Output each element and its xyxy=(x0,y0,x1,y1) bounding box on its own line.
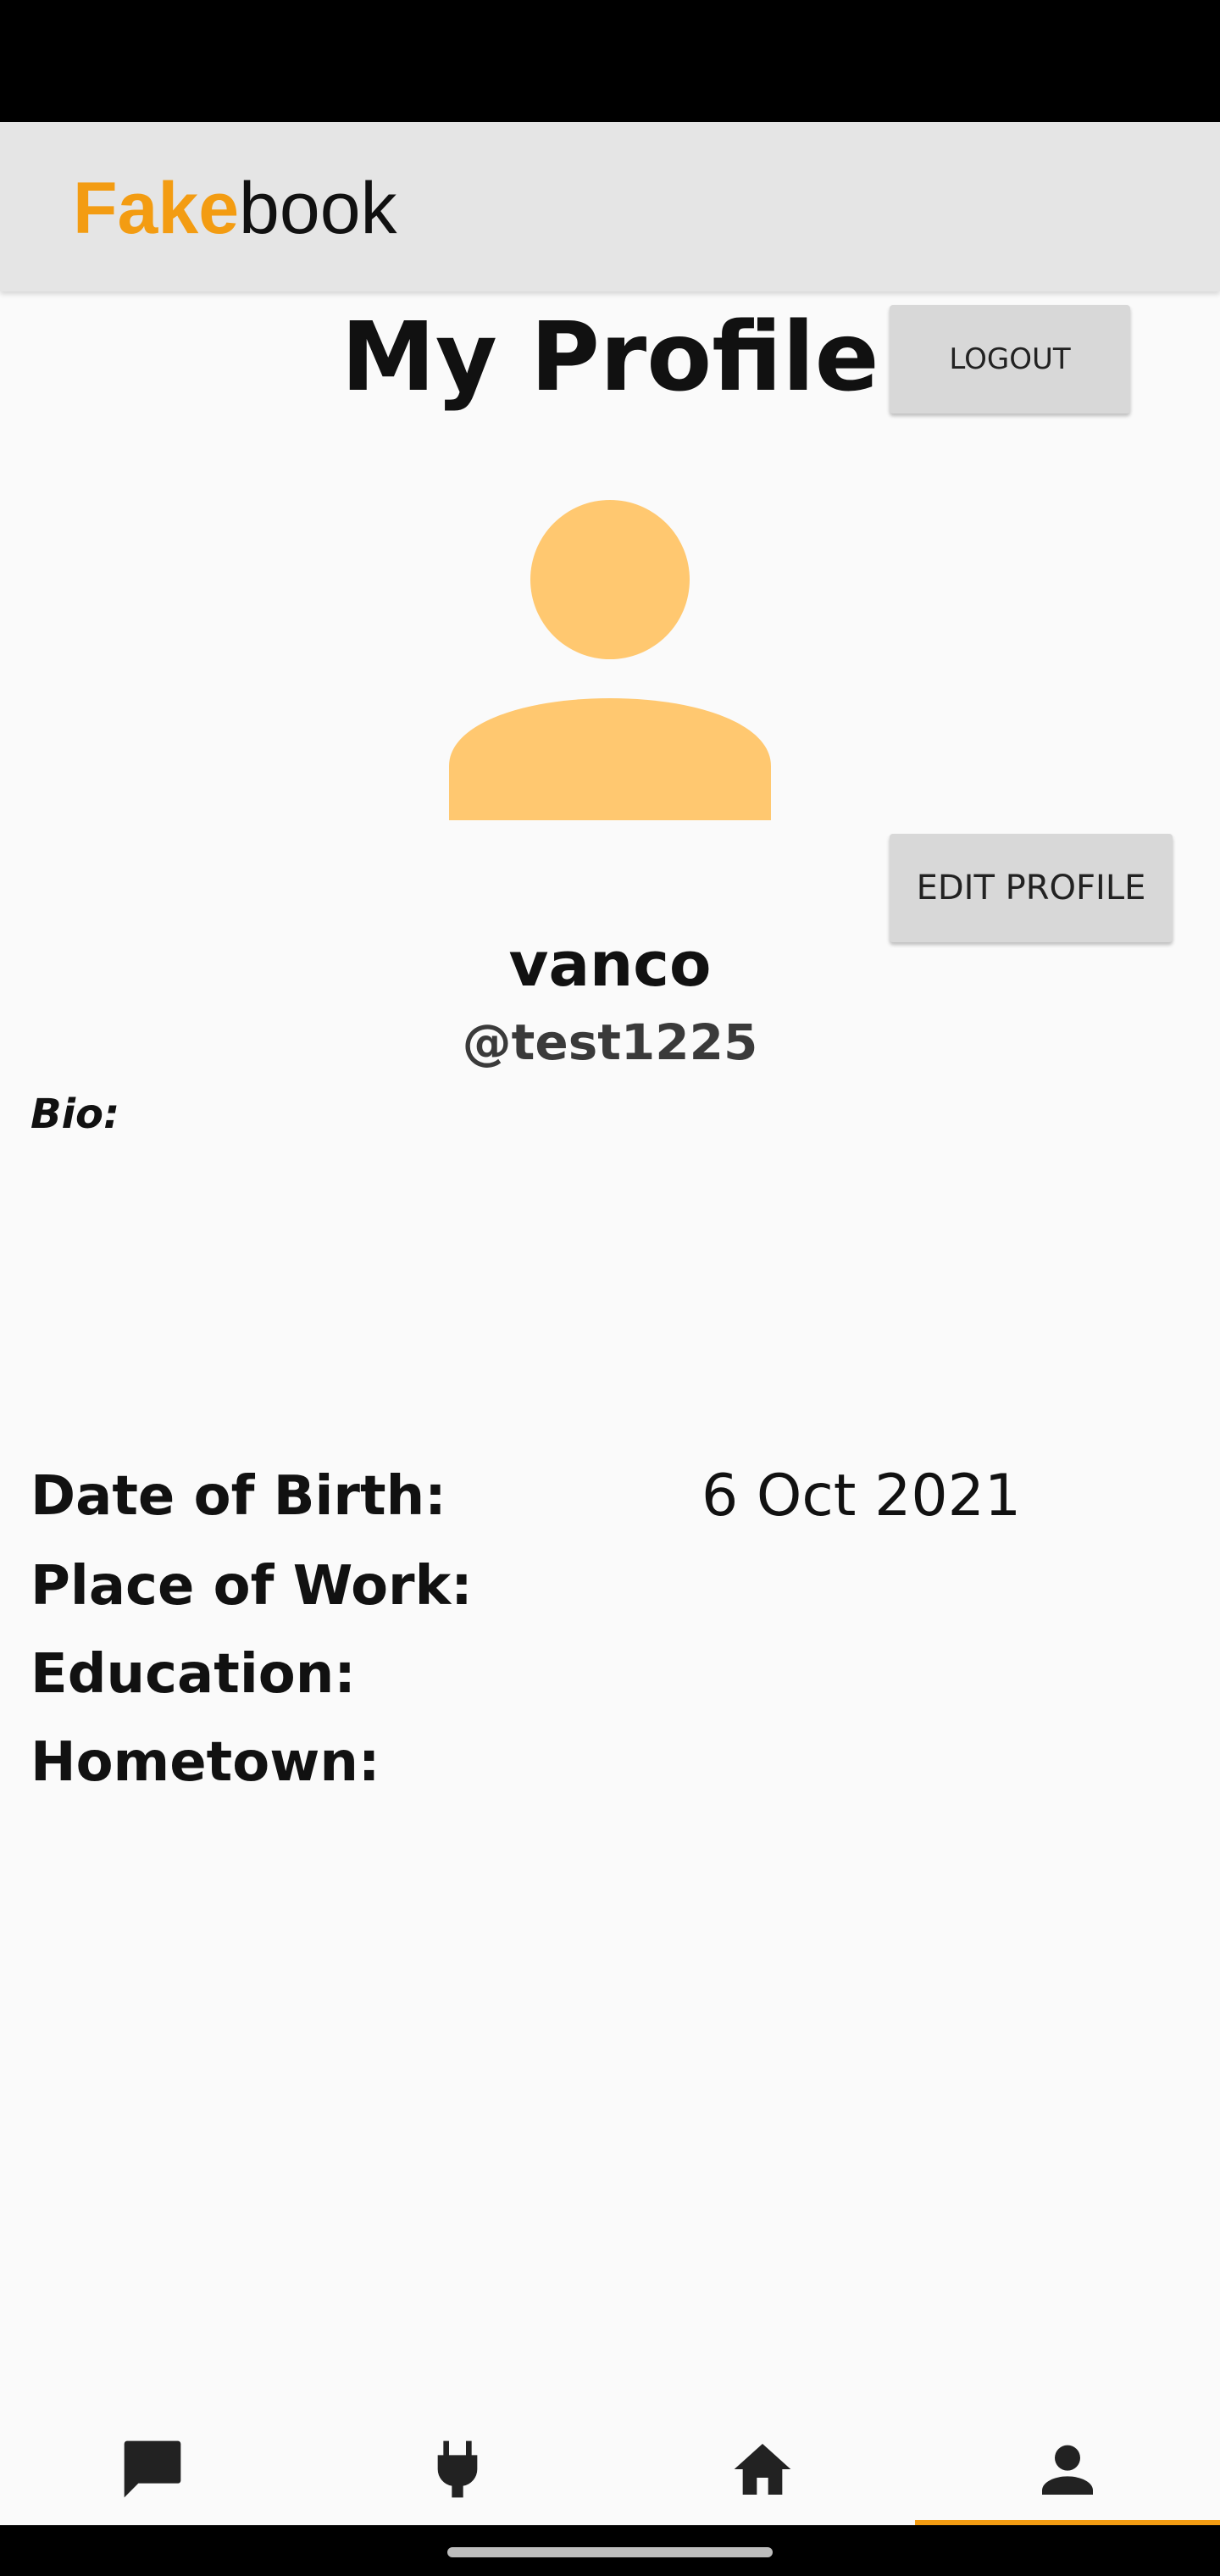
detail-row-education: Education: xyxy=(30,1632,1183,1717)
home-icon xyxy=(734,2444,791,2495)
logo-rest-text: book xyxy=(239,168,397,249)
plug-icon xyxy=(437,2440,478,2498)
detail-label: Education: xyxy=(30,1643,356,1706)
user-handle: @test1225 xyxy=(462,1013,758,1071)
person-icon xyxy=(1042,2445,1093,2495)
logout-button[interactable]: LOGOUT xyxy=(890,305,1130,414)
detail-label: Place of Work: xyxy=(30,1555,473,1618)
gesture-handle[interactable] xyxy=(447,2547,773,2557)
nav-item-chat[interactable] xyxy=(0,2413,305,2525)
detail-row-date-of-birth: Date of Birth: 6 Oct 2021 xyxy=(30,1454,1183,1539)
bottom-navigation xyxy=(0,2413,1220,2527)
display-name: vanco xyxy=(508,929,712,1000)
nav-item-home[interactable] xyxy=(610,2413,915,2525)
detail-row-place-of-work: Place of Work: xyxy=(30,1544,1183,1629)
app-bar: Fakebook xyxy=(0,122,1220,291)
detail-label: Hometown: xyxy=(30,1731,380,1794)
person-avatar-icon xyxy=(447,495,773,820)
detail-row-hometown: Hometown: xyxy=(30,1720,1183,1805)
chat-icon xyxy=(124,2440,181,2498)
status-bar xyxy=(0,0,1220,122)
bio-label: Bio: xyxy=(30,1091,120,1138)
nav-item-profile[interactable] xyxy=(915,2413,1220,2525)
app-logo: Fakebook xyxy=(73,166,397,251)
logo-accent-text: Fake xyxy=(73,168,240,249)
detail-value: 6 Oct 2021 xyxy=(702,1463,1022,1530)
detail-label: Date of Birth: xyxy=(30,1465,446,1528)
nav-item-plug[interactable] xyxy=(305,2413,610,2525)
